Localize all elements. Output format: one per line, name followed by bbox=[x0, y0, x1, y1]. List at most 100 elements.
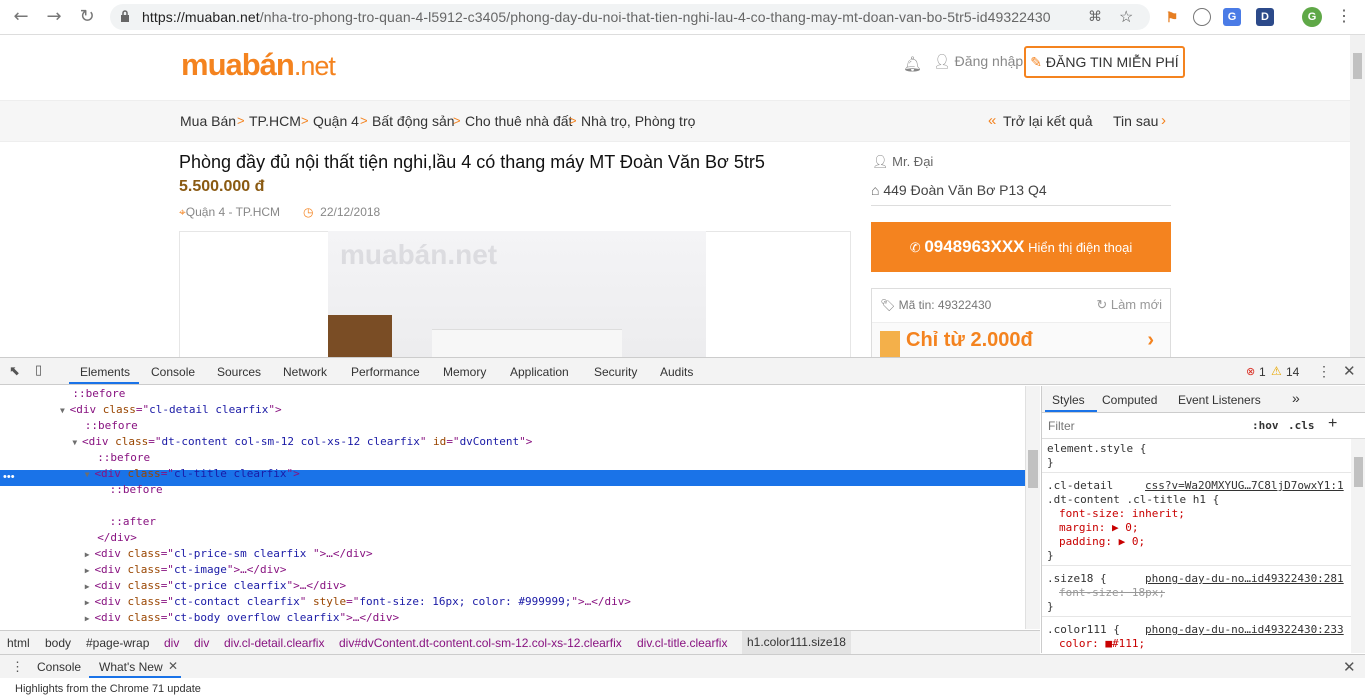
breadcrumb-item[interactable]: Nhà trọ, Phòng trọ bbox=[581, 113, 695, 129]
extension-d-icon[interactable]: D bbox=[1256, 8, 1274, 26]
dom-node-line[interactable]: ▼ <div class="cl-detail clearfix"> bbox=[60, 402, 282, 418]
cls-toggle[interactable]: .cls bbox=[1288, 419, 1315, 432]
expand-triangle-icon[interactable]: ▶ bbox=[85, 566, 95, 575]
expand-triangle-icon[interactable]: ▶ bbox=[85, 614, 95, 623]
close-icon[interactable]: ✕ bbox=[1343, 362, 1356, 380]
breadcrumb-item[interactable]: Quận 4 bbox=[313, 113, 359, 129]
tab-event-listeners[interactable]: Event Listeners bbox=[1178, 393, 1261, 407]
extension-flag-icon[interactable]: ⚑ bbox=[1163, 8, 1181, 26]
tab-network[interactable]: Network bbox=[283, 365, 327, 379]
next-listing-link[interactable]: Tin sau bbox=[1113, 113, 1158, 129]
dom-breadcrumb-item[interactable]: div#dvContent.dt-content.col-sm-12.col-x… bbox=[339, 636, 622, 650]
styles-filter-input[interactable] bbox=[1045, 416, 1240, 435]
rule-property[interactable]: padding: ▶ 0; bbox=[1059, 535, 1145, 549]
menu-dots-icon[interactable]: ⋮ bbox=[1317, 363, 1331, 380]
breadcrumb-item[interactable]: TP.HCM bbox=[249, 113, 301, 129]
translate-icon[interactable]: ⌘ bbox=[1088, 8, 1102, 25]
tab-console[interactable]: Console bbox=[151, 365, 195, 379]
profile-avatar[interactable]: G bbox=[1302, 7, 1322, 27]
dom-breadcrumb-item[interactable]: h1.color111.size18 bbox=[742, 631, 851, 654]
dom-node-line[interactable]: ::after bbox=[110, 514, 156, 530]
dom-breadcrumb-item[interactable]: html bbox=[7, 636, 30, 650]
dom-node-line[interactable]: ▶ <div class="cl-price-sm clearfix ">…</… bbox=[85, 546, 373, 562]
dom-breadcrumb-item[interactable]: body bbox=[45, 636, 71, 650]
dom-node-line[interactable]: ▶ <div class="ct-price clearfix">…</div> bbox=[85, 578, 346, 594]
rule-source-link[interactable]: phong-day-du-no…id49322430:233 bbox=[1145, 623, 1344, 637]
page-scrollbar[interactable] bbox=[1350, 35, 1365, 357]
dom-breadcrumb-item[interactable]: div.cl-title.clearfix bbox=[637, 636, 727, 650]
close-icon[interactable]: ✕ bbox=[1343, 658, 1356, 676]
expand-triangle-icon[interactable]: ▶ bbox=[85, 598, 95, 607]
dom-node-line[interactable]: ▶ <h1 class="color111 size18">…</h1> == … bbox=[97, 498, 372, 514]
menu-dots-icon[interactable]: ⋮ bbox=[1336, 6, 1352, 26]
device-toolbar-icon[interactable]: ▯ bbox=[35, 362, 42, 378]
dom-scrollbar[interactable] bbox=[1025, 386, 1040, 629]
expand-triangle-icon[interactable]: ▼ bbox=[72, 438, 82, 447]
refresh-link[interactable]: ↻ Làm mới bbox=[1096, 297, 1162, 313]
rule-property[interactable]: font-size: inherit; bbox=[1059, 507, 1185, 521]
dom-node-line[interactable]: ▼ <div class="cl-title clearfix"> bbox=[85, 466, 300, 482]
promo-banner[interactable]: Chỉ từ 2.000đ › bbox=[872, 322, 1170, 357]
expand-triangle-icon[interactable]: ▶ bbox=[85, 582, 95, 591]
rule-property[interactable]: color: ■#111; bbox=[1059, 637, 1145, 651]
dom-node-line[interactable]: ::before bbox=[110, 482, 163, 498]
tab-sources[interactable]: Sources bbox=[217, 365, 261, 379]
dom-node-line[interactable]: ▶ <div class="ct-body overflow clearfix"… bbox=[85, 610, 399, 626]
dom-breadcrumb-item[interactable]: div bbox=[194, 636, 209, 650]
dom-node-line[interactable]: ::before bbox=[85, 418, 138, 434]
add-rule-icon[interactable]: + bbox=[1328, 415, 1337, 433]
expand-triangle-icon[interactable]: ▼ bbox=[60, 406, 70, 415]
tab-audits[interactable]: Audits bbox=[660, 365, 693, 379]
dom-tree[interactable]: ::before ▼ <div class="cl-detail clearfix… bbox=[0, 386, 1025, 629]
back-icon[interactable]: ← bbox=[10, 6, 32, 28]
post-listing-button[interactable]: ✎ ĐĂNG TIN MIỄN PHÍ bbox=[1024, 46, 1185, 78]
hov-toggle[interactable]: :hov bbox=[1252, 419, 1279, 432]
error-icon[interactable]: ⊗ bbox=[1246, 365, 1255, 378]
tab-drawer-console[interactable]: Console bbox=[37, 660, 81, 674]
address-bar[interactable]: https://muaban.net/nha-tro-phong-tro-qua… bbox=[110, 4, 1150, 30]
login-link[interactable]: 👤︎ Đăng nhập bbox=[933, 53, 1023, 70]
dom-node-line[interactable]: ▼ <div class="dt-content col-sm-12 col-x… bbox=[72, 434, 532, 450]
rule-source-link[interactable]: css?v=Wa2OMXYUG…7C8ljD7owxY1:1 bbox=[1145, 479, 1344, 493]
expand-triangle-icon[interactable]: ▶ bbox=[85, 550, 95, 559]
scrollbar-thumb[interactable] bbox=[1028, 450, 1038, 488]
scrollbar-thumb[interactable] bbox=[1353, 53, 1362, 79]
site-logo[interactable]: muabán.net bbox=[181, 47, 336, 83]
breadcrumb-item[interactable]: Cho thuê nhà đất bbox=[465, 113, 572, 129]
image-gallery[interactable]: muabán.net bbox=[179, 231, 851, 357]
tab-security[interactable]: Security bbox=[594, 365, 637, 379]
tab-application[interactable]: Application bbox=[510, 365, 569, 379]
dom-breadcrumb-item[interactable]: div.cl-detail.clearfix bbox=[224, 636, 324, 650]
dom-node-line[interactable]: ▶ <div class="ct-contact clearfix" style… bbox=[85, 594, 631, 610]
back-to-results-link[interactable]: Trở lại kết quả bbox=[1003, 113, 1093, 129]
rule-source-link[interactable]: phong-day-du-no…id49322430:281 bbox=[1145, 572, 1344, 586]
show-phone-button[interactable]: ✆ 0948963XXX Hiển thị điện thoại bbox=[871, 222, 1171, 272]
tab-elements[interactable]: Elements bbox=[80, 365, 130, 379]
google-translate-icon[interactable]: G bbox=[1223, 8, 1241, 26]
tab-whats-new[interactable]: What's New bbox=[99, 660, 163, 674]
dom-node-line[interactable]: ::before bbox=[97, 450, 150, 466]
reload-icon[interactable]: ↻ bbox=[76, 6, 98, 28]
inspect-element-icon[interactable]: ⬉ bbox=[9, 363, 20, 379]
dom-node-line[interactable]: </div> bbox=[97, 530, 137, 546]
expand-triangle-icon[interactable]: ▼ bbox=[85, 470, 95, 479]
listing-photo[interactable]: muabán.net bbox=[328, 231, 706, 357]
dom-breadcrumb-item[interactable]: #page-wrap bbox=[86, 636, 149, 650]
tab-performance[interactable]: Performance bbox=[351, 365, 420, 379]
styles-scrollbar[interactable] bbox=[1351, 439, 1365, 653]
breadcrumb-item[interactable]: Mua Bán bbox=[180, 113, 236, 129]
scrollbar-thumb[interactable] bbox=[1354, 457, 1363, 487]
dom-node-line[interactable]: ▶ <div class="ct-image">…</div> bbox=[85, 562, 287, 578]
dom-node-line[interactable]: ::before bbox=[72, 386, 125, 402]
rule-property-overridden[interactable]: font-size: 18px; bbox=[1059, 586, 1165, 600]
close-icon[interactable]: ✕ bbox=[168, 659, 178, 673]
tab-styles[interactable]: Styles bbox=[1052, 393, 1085, 407]
more-tabs-icon[interactable]: » bbox=[1292, 390, 1300, 406]
tab-memory[interactable]: Memory bbox=[443, 365, 486, 379]
dom-breadcrumb-item[interactable]: div bbox=[164, 636, 179, 650]
expand-triangle-icon[interactable]: ▶ bbox=[97, 502, 107, 511]
drawer-menu-icon[interactable]: ⋮ bbox=[11, 659, 24, 675]
warning-icon[interactable]: ⚠ bbox=[1271, 364, 1282, 378]
rule-property[interactable]: margin: ▶ 0; bbox=[1059, 521, 1138, 535]
breadcrumb-item[interactable]: Bất động sản bbox=[372, 113, 455, 129]
